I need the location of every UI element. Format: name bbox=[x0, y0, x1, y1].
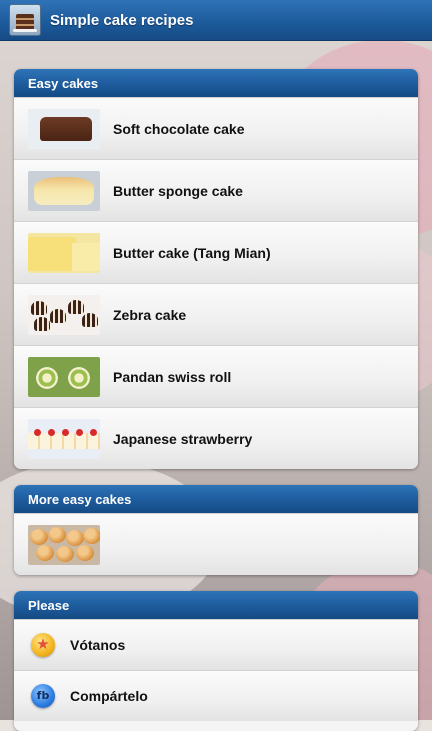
list-item-label: Butter cake (Tang Mian) bbox=[113, 244, 271, 261]
rate-label: Vótanos bbox=[70, 637, 126, 653]
list-item-pandan-swiss-roll[interactable]: Pandan swiss roll bbox=[14, 345, 418, 407]
share-label: Compártelo bbox=[70, 688, 148, 704]
chocolate-cake-thumb bbox=[28, 108, 100, 149]
list-item-label: Butter sponge cake bbox=[113, 182, 243, 199]
list-item-japanese-strawberry[interactable]: Japanese strawberry bbox=[14, 407, 418, 469]
list-item-label: Soft chocolate cake bbox=[113, 120, 245, 137]
section-more-easy-cakes: More easy cakes bbox=[14, 485, 418, 575]
pandan-roll-thumb bbox=[28, 356, 100, 397]
zebra-cake-thumb bbox=[28, 294, 100, 335]
facebook-icon bbox=[31, 684, 55, 708]
buns-thumb bbox=[28, 524, 100, 565]
rate-app-item[interactable]: Vótanos bbox=[14, 619, 418, 670]
butter-cake-thumb bbox=[28, 232, 100, 273]
share-app-item[interactable]: Compártelo bbox=[14, 670, 418, 721]
list-item-butter-cake[interactable]: Butter cake (Tang Mian) bbox=[14, 221, 418, 283]
cake-icon-plate bbox=[13, 29, 37, 32]
list-item-butter-sponge-cake[interactable]: Butter sponge cake bbox=[14, 159, 418, 221]
list-item-buns[interactable] bbox=[14, 513, 418, 575]
app-title: Simple cake recipes bbox=[50, 11, 194, 29]
list-item-zebra-cake[interactable]: Zebra cake bbox=[14, 283, 418, 345]
strawberry-cake-thumb bbox=[28, 418, 100, 459]
section-header: Please bbox=[14, 591, 418, 619]
star-icon bbox=[31, 633, 55, 657]
list-item-label: Pandan swiss roll bbox=[113, 368, 232, 385]
section-easy-cakes: Easy cakes Soft chocolate cake Butter sp… bbox=[14, 69, 418, 469]
section-header: Easy cakes bbox=[14, 69, 418, 97]
section-header: More easy cakes bbox=[14, 485, 418, 513]
section-please: Please Vótanos Compártelo bbox=[14, 591, 418, 731]
list-item-label: Zebra cake bbox=[113, 306, 187, 323]
title-bar: Simple cake recipes bbox=[0, 0, 432, 41]
list-item-soft-chocolate-cake[interactable]: Soft chocolate cake bbox=[14, 97, 418, 159]
list-item-label: Japanese strawberry bbox=[113, 430, 253, 447]
cake-app-icon bbox=[9, 4, 41, 36]
sponge-cake-thumb bbox=[28, 170, 100, 211]
cake-icon-body bbox=[16, 14, 34, 30]
